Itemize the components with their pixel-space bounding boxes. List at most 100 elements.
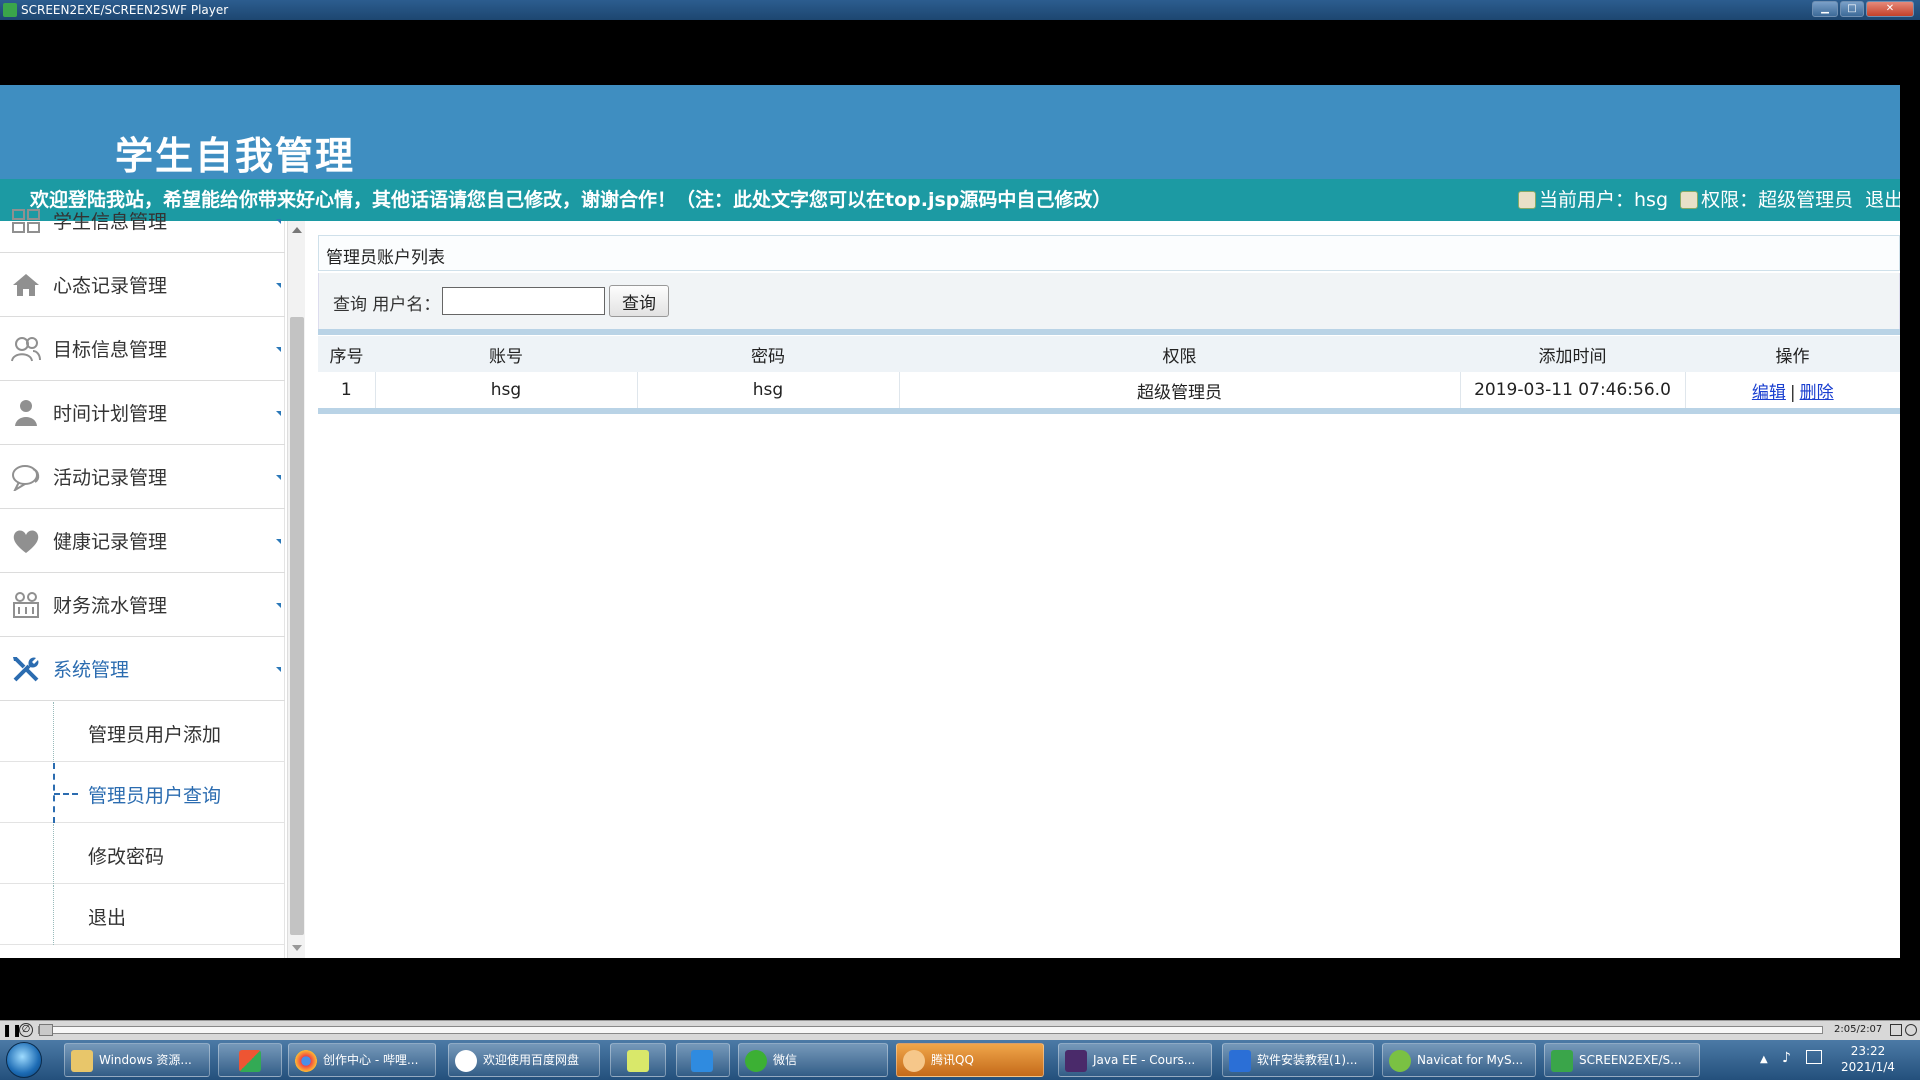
sidebar-item-student-info[interactable]: 学生信息管理 — [0, 189, 285, 253]
sidebar-item-label: 时间计划管理 — [53, 403, 168, 425]
pause-icon[interactable]: ❚❚ — [2, 1023, 22, 1037]
table-header-row: 序号 账号 密码 权限 添加时间 操作 — [318, 336, 1900, 372]
seek-knob[interactable] — [39, 1024, 53, 1036]
edit-link[interactable]: 编辑 — [1752, 383, 1786, 403]
sidebar-item-time-plan[interactable]: 时间计划管理 — [0, 381, 285, 445]
table-divider — [318, 329, 1900, 335]
cell-added-time: 2019-03-11 07:46:56.0 — [1459, 372, 1685, 408]
sidebar-item-label: 心态记录管理 — [53, 275, 168, 297]
tray-expand-icon[interactable]: ▲ — [1760, 1054, 1768, 1065]
sidebar-item-label: 健康记录管理 — [53, 531, 168, 553]
taskbar-item-chart-app[interactable] — [610, 1043, 666, 1077]
user-icon — [15, 400, 37, 426]
taskbar-item-chrome[interactable]: 创作中心 - 哔哩... — [288, 1043, 436, 1077]
chat-icon — [12, 465, 40, 491]
volume-icon[interactable]: ♪ — [1782, 1050, 1791, 1066]
sidebar-subitem-label: 管理员用户添加 — [88, 724, 222, 746]
list-app-icon — [691, 1050, 713, 1072]
sidebar-item-health[interactable]: 健康记录管理 — [0, 509, 285, 573]
sidebar-subitem-label: 退出 — [88, 907, 127, 929]
system-clock[interactable]: 23:22 2021/1/4 — [1836, 1043, 1900, 1075]
taskbar-item-baidu-pan[interactable]: 欢迎使用百度网盘 — [448, 1043, 600, 1077]
minimize-button[interactable]: ▁ — [1812, 1, 1838, 17]
panel-title: 管理员账户列表 — [326, 248, 445, 268]
folder-icon — [71, 1050, 93, 1072]
column-header: 账号 — [375, 336, 637, 372]
heart-icon — [13, 530, 39, 553]
web-page: 学生自我管理 欢迎登陆我站，希望能给你带来好心情，其他话语请您自己修改，谢谢合作… — [0, 85, 1900, 958]
sidebar-subitem-admin-query[interactable]: 管理员用户查询 — [0, 763, 285, 823]
taskbar-item-label: Java EE - Cours... — [1093, 1053, 1196, 1067]
permission-icon — [1680, 191, 1699, 209]
cell-account: hsg — [374, 372, 637, 408]
column-header: 添加时间 — [1460, 336, 1685, 372]
sidebar-item-label: 财务流水管理 — [53, 595, 168, 617]
tree-branch — [54, 793, 78, 795]
column-header: 权限 — [899, 336, 1460, 372]
taskbar-item-label: Windows 资源... — [99, 1053, 192, 1067]
start-button[interactable] — [6, 1042, 42, 1078]
seek-bar[interactable] — [38, 1024, 1823, 1036]
taskbar-item-eclipse[interactable]: Java EE - Cours... — [1058, 1043, 1212, 1077]
taskbar-item-navicat[interactable]: Navicat for MyS... — [1382, 1043, 1536, 1077]
taskbar-item-wechat[interactable]: 微信 — [738, 1043, 888, 1077]
expand-arrow-icon — [276, 539, 281, 544]
maximize-button[interactable]: □ — [1840, 1, 1864, 17]
clock-time: 23:22 — [1850, 1044, 1886, 1058]
info-icon[interactable] — [1905, 1024, 1917, 1036]
delete-link[interactable]: 删除 — [1800, 383, 1834, 403]
username-search-input[interactable] — [442, 287, 605, 315]
scroll-up-icon[interactable] — [292, 227, 302, 233]
sidebar-item-label: 目标信息管理 — [53, 339, 168, 361]
fullscreen-icon[interactable] — [1890, 1024, 1902, 1036]
expand-arrow-icon — [276, 603, 281, 608]
search-button[interactable]: 查询 — [609, 285, 669, 317]
app-icon — [239, 1050, 261, 1072]
wechat-icon — [745, 1050, 767, 1072]
sidebar-item-activities[interactable]: 活动记录管理 — [0, 445, 285, 509]
current-user-label: 当前用户：hsg — [1539, 189, 1669, 211]
taskbar-item-label: Navicat for MyS... — [1417, 1053, 1524, 1067]
player-controls: ❚❚ ∅ 2:05/2:07 — [0, 1020, 1920, 1040]
sidebar-subitem-change-password[interactable]: 修改密码 — [0, 824, 285, 884]
sidebar-scrollbar[interactable] — [287, 221, 305, 958]
taskbar-item-screen2exe[interactable]: SCREEN2EXE/S... — [1544, 1043, 1700, 1077]
player-title-bar: SCREEN2EXE/SCREEN2SWF Player ▁ □ ✕ — [0, 0, 1920, 20]
taskbar-item-list-app[interactable] — [676, 1043, 730, 1077]
taskbar-item-word[interactable]: 软件安装教程(1)... — [1222, 1043, 1374, 1077]
taskbar-item-label: 创作中心 - 哔哩... — [323, 1053, 419, 1067]
sidebar-item-finance[interactable]: 财务流水管理 — [0, 573, 285, 637]
cell-password: hsg — [636, 372, 899, 408]
sidebar-item-mood[interactable]: 心态记录管理 — [0, 253, 285, 317]
sidebar-subitem-logout[interactable]: 退出 — [0, 885, 285, 945]
grid-icon — [12, 209, 40, 233]
taskbar-item-qq[interactable]: 腾讯QQ — [896, 1043, 1044, 1077]
tree-line — [53, 885, 54, 945]
playback-time: 2:05/2:07 — [1834, 1024, 1883, 1035]
action-separator: | — [1789, 382, 1796, 403]
scrollbar-thumb[interactable] — [290, 317, 304, 935]
close-button[interactable]: ✕ — [1866, 1, 1914, 17]
taskbar-item-label: 欢迎使用百度网盘 — [483, 1053, 580, 1067]
column-header: 操作 — [1685, 336, 1900, 372]
taskbar-item-explorer[interactable]: Windows 资源... — [64, 1043, 210, 1077]
network-icon[interactable] — [1806, 1050, 1822, 1064]
users-icon — [11, 337, 41, 362]
main-panel: 管理员账户列表 查询 用户名： 查询 序号 账号 密码 权限 添加时间 操作 1… — [318, 235, 1900, 958]
taskbar: Windows 资源... 创作中心 - 哔哩... 欢迎使用百度网盘 微信 腾… — [0, 1040, 1920, 1080]
expand-arrow-icon — [276, 475, 281, 480]
sidebar-subitem-admin-add[interactable]: 管理员用户添加 — [0, 702, 285, 762]
expand-arrow-icon — [276, 411, 281, 416]
scroll-down-icon[interactable] — [292, 945, 302, 951]
site-title: 学生自我管理 — [115, 133, 356, 178]
exit-link[interactable]: 退出 — [1865, 189, 1900, 211]
expand-arrow-icon — [276, 667, 281, 672]
finance-icon — [13, 592, 39, 618]
sidebar-item-system[interactable]: 系统管理 — [0, 637, 285, 701]
permission-label: 权限：超级管理员 — [1701, 189, 1854, 211]
sidebar-item-goals[interactable]: 目标信息管理 — [0, 317, 285, 381]
stop-icon[interactable]: ∅ — [19, 1023, 33, 1037]
navicat-icon — [1389, 1050, 1411, 1072]
expand-arrow-icon — [276, 219, 281, 224]
taskbar-item-app[interactable] — [218, 1043, 282, 1077]
